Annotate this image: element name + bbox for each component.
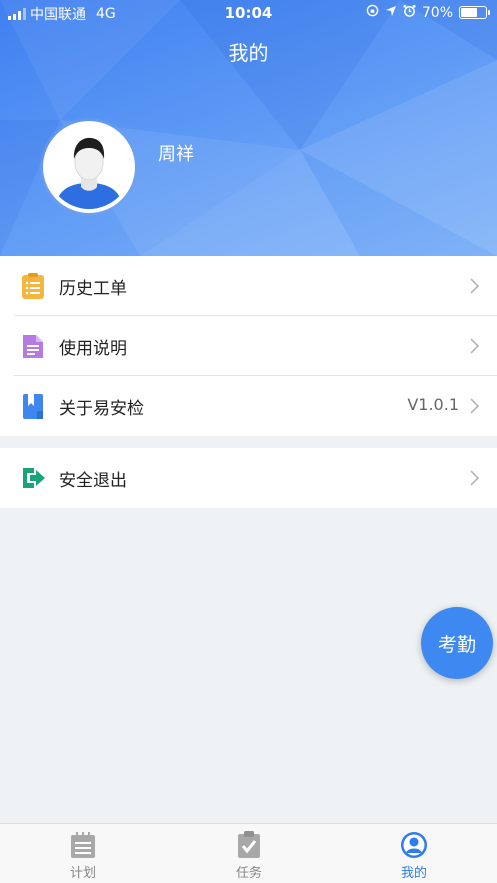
tab-mine[interactable]: 我的 xyxy=(331,824,497,883)
bookmark-book-icon xyxy=(20,393,46,419)
menu-label-history: 历史工单 xyxy=(59,279,127,299)
menu-group-logout: 安全退出 xyxy=(0,448,497,508)
menu-label-about: 关于易安检 xyxy=(59,399,144,419)
tab-task[interactable]: 任务 xyxy=(166,824,332,883)
version-text: V1.0.1 xyxy=(407,395,459,414)
menu-item-manual[interactable]: 使用说明 xyxy=(0,316,497,376)
menu-label-logout: 安全退出 xyxy=(59,471,127,491)
menu-item-logout[interactable]: 安全退出 xyxy=(0,448,497,508)
document-icon xyxy=(20,333,46,359)
tab-plan[interactable]: 计划 xyxy=(0,824,166,883)
menu-label-manual: 使用说明 xyxy=(59,339,127,359)
chevron-right-icon xyxy=(469,338,480,354)
battery-icon xyxy=(459,6,490,19)
rotation-lock-icon xyxy=(366,4,379,21)
menu-item-history[interactable]: 历史工单 xyxy=(0,256,497,316)
avatar-person-icon xyxy=(47,125,131,209)
alarm-icon xyxy=(403,4,416,21)
list-document-icon xyxy=(20,273,46,299)
clipboard-check-icon xyxy=(235,831,263,859)
tab-label-plan: 计划 xyxy=(69,866,96,881)
menu-group-main: 历史工单 使用说明 关于易安检 V1.0.1 xyxy=(0,256,497,436)
tab-label-mine: 我的 xyxy=(400,866,427,881)
page-title: 我的 xyxy=(228,41,269,65)
attendance-button[interactable]: 考勤 xyxy=(421,607,493,679)
chevron-right-icon xyxy=(469,398,480,414)
tab-label-task: 任务 xyxy=(235,866,262,881)
profile-header: 中国联通 4G 10:04 70% 我的 周祥 xyxy=(0,0,497,256)
profile-icon xyxy=(400,831,428,859)
status-bar: 中国联通 4G 10:04 70% xyxy=(0,0,497,26)
tab-bar: 计划 任务 我的 xyxy=(0,823,497,883)
chevron-right-icon xyxy=(469,278,480,294)
chevron-right-icon xyxy=(469,470,480,486)
battery-percent: 70% xyxy=(421,4,453,21)
menu-item-about[interactable]: 关于易安检 V1.0.1 xyxy=(0,376,497,436)
location-icon xyxy=(385,5,397,21)
calendar-icon xyxy=(69,831,97,859)
avatar[interactable] xyxy=(43,121,135,213)
logout-icon xyxy=(20,465,46,491)
user-name: 周祥 xyxy=(158,144,194,165)
